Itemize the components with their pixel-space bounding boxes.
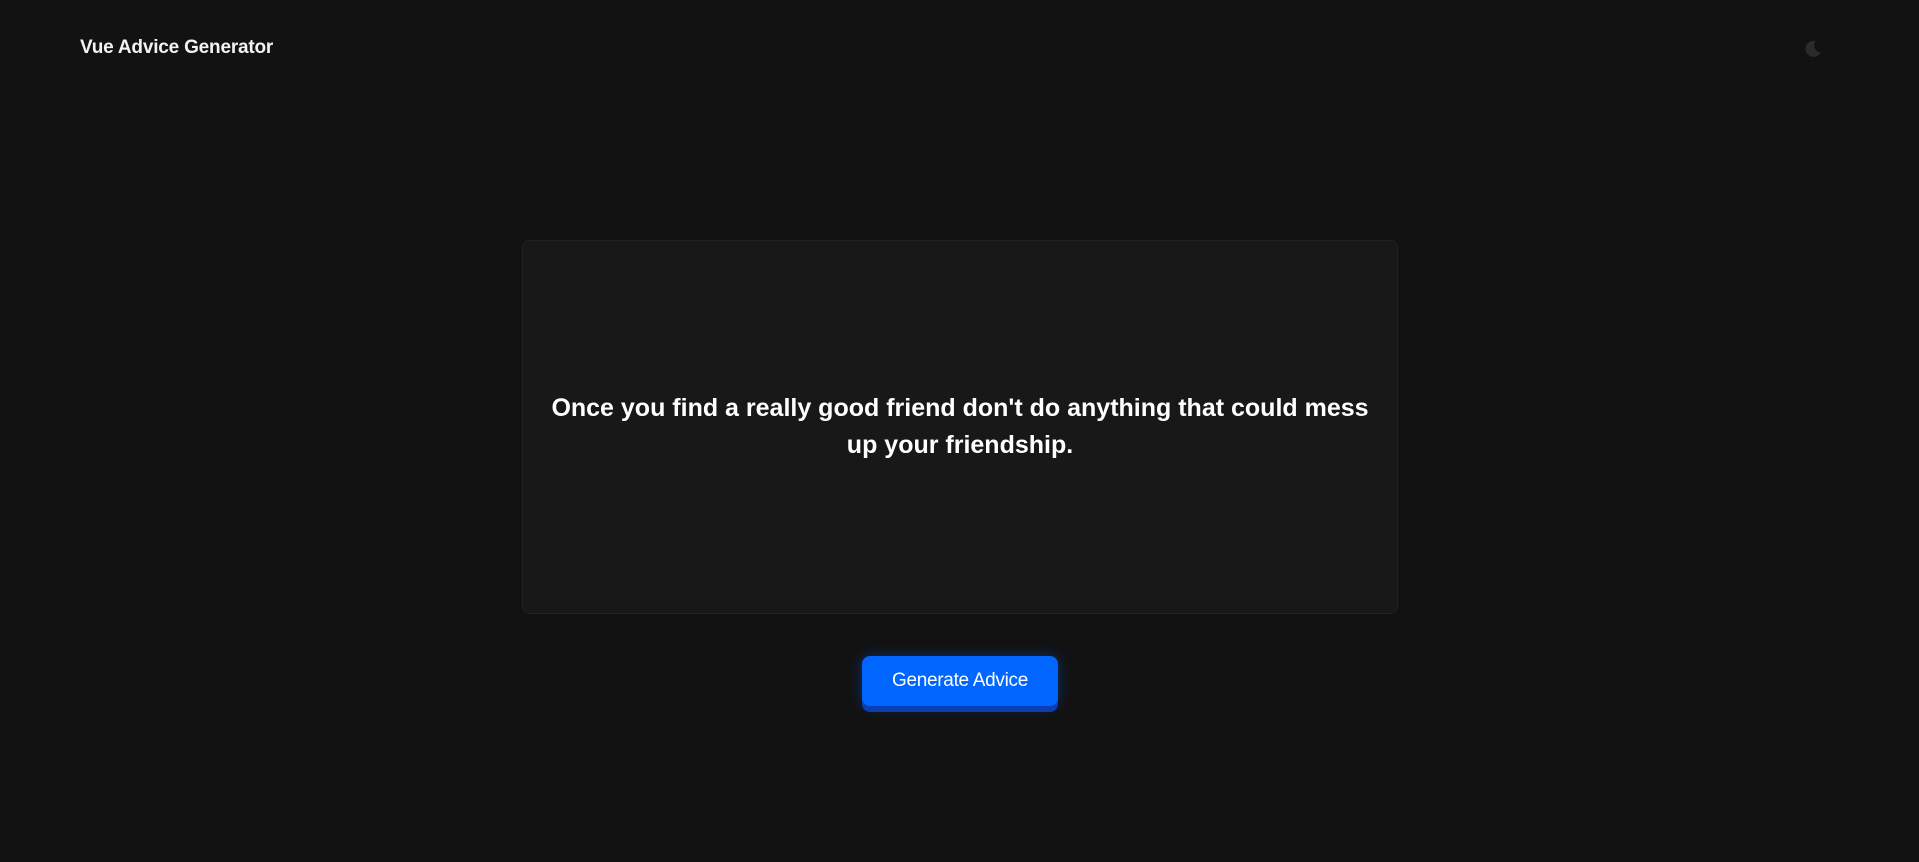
app-title: Vue Advice Generator (80, 37, 274, 58)
advice-card: Once you find a really good friend don't… (522, 240, 1398, 614)
moon-icon (1805, 40, 1821, 57)
theme-toggle-button[interactable] (1800, 36, 1826, 62)
header: Vue Advice Generator (0, 0, 1919, 100)
advice-text: Once you find a really good friend don't… (551, 394, 1369, 459)
app-page: Vue Advice Generator Once you find a rea… (0, 0, 1919, 862)
generate-advice-button[interactable]: Generate Advice (862, 656, 1058, 706)
